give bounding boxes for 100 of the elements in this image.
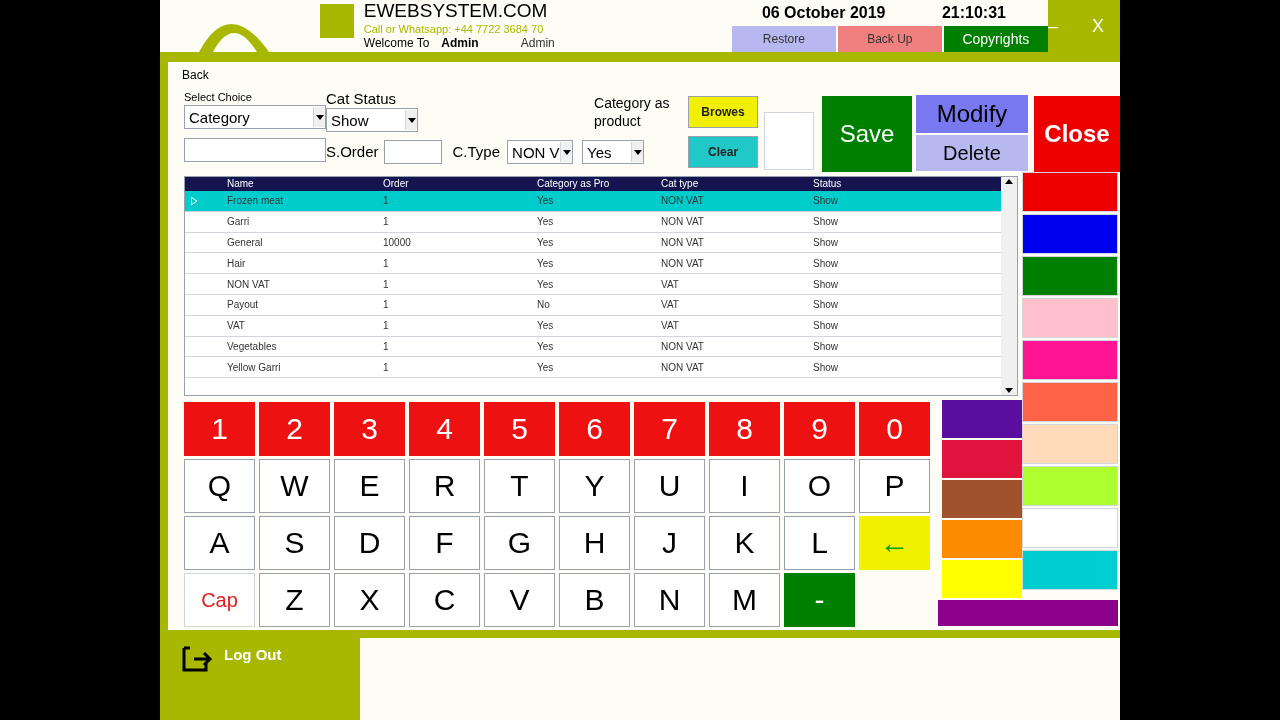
name-input[interactable] <box>184 138 326 162</box>
keyboard-key[interactable]: 4 <box>409 402 480 456</box>
keyboard-key[interactable]: N <box>634 573 705 627</box>
table-cell-text: 1 <box>382 298 390 313</box>
column-header[interactable]: Status <box>811 177 911 191</box>
table-cell-text: NON VAT <box>660 236 705 250</box>
keyboard-key[interactable]: E <box>334 459 405 513</box>
color-preview <box>764 112 814 170</box>
color-swatch[interactable] <box>1022 340 1118 380</box>
keyboard-key[interactable]: 9 <box>784 402 855 456</box>
copyrights-button[interactable]: Copyrights <box>943 26 1048 52</box>
keyboard-key[interactable]: 6 <box>559 402 630 456</box>
table-cell-text: VAT <box>660 319 680 334</box>
keyboard-key[interactable]: C <box>409 573 480 627</box>
table-row[interactable]: Frozen meat 1 Yes NON VAT Show <box>185 191 1001 212</box>
color-swatch[interactable] <box>942 440 1022 478</box>
color-swatch[interactable] <box>942 560 1022 598</box>
color-swatch[interactable] <box>1022 214 1118 254</box>
color-swatch[interactable] <box>942 480 1022 518</box>
restore-button[interactable]: Restore <box>731 26 836 52</box>
color-swatch[interactable] <box>938 600 1118 626</box>
color-swatch[interactable] <box>1022 466 1118 506</box>
keyboard-key[interactable]: H <box>559 516 630 570</box>
browse-button[interactable]: Browes <box>688 96 759 128</box>
keyboard-key[interactable]: 8 <box>709 402 780 456</box>
backup-button[interactable]: Back Up <box>837 26 942 52</box>
table-cell-text: Show <box>812 215 839 230</box>
table-cell-text: Yes <box>536 256 555 271</box>
keyboard-key[interactable]: D <box>334 516 405 570</box>
table-cell-text: Yes <box>536 319 555 334</box>
keyboard-key[interactable]: 1 <box>184 402 255 456</box>
keyboard-key[interactable]: I <box>709 459 780 513</box>
color-swatch[interactable] <box>1022 382 1118 422</box>
keyboard-key[interactable]: L <box>784 516 855 570</box>
color-swatch[interactable] <box>1022 256 1118 296</box>
c-type-dropdown[interactable]: NON V <box>507 140 574 164</box>
color-swatch[interactable] <box>1022 172 1118 212</box>
keyboard-key[interactable]: 2 <box>259 402 330 456</box>
clear-button[interactable]: Clear <box>688 136 759 168</box>
keyboard-key[interactable]: F <box>409 516 480 570</box>
save-button[interactable]: Save <box>822 96 912 172</box>
keyboard-key[interactable]: S <box>259 516 330 570</box>
keyboard-key[interactable]: B <box>559 573 630 627</box>
keyboard-key[interactable]: M <box>709 573 780 627</box>
category-product-dropdown[interactable]: Yes <box>582 140 645 164</box>
color-swatch[interactable] <box>942 400 1022 438</box>
column-header[interactable]: Cat type <box>659 177 811 191</box>
color-swatch[interactable] <box>1022 424 1118 464</box>
row-pointer-icon <box>191 196 197 205</box>
keyboard-key[interactable]: U <box>634 459 705 513</box>
keyboard-key[interactable]: R <box>409 459 480 513</box>
modify-button[interactable]: Modify <box>916 95 1028 133</box>
status-dropdown[interactable]: Show <box>326 108 418 132</box>
keyboard-key[interactable]: A <box>184 516 255 570</box>
scroll-down-icon <box>1005 388 1013 393</box>
caps-key[interactable]: Cap <box>184 573 255 627</box>
keyboard-key[interactable]: - <box>784 573 855 627</box>
keyboard-key[interactable]: T <box>484 459 555 513</box>
color-swatch[interactable] <box>1022 550 1118 590</box>
scrollbar[interactable] <box>1001 177 1017 395</box>
order-input[interactable] <box>383 140 442 164</box>
table-cell-text: 1 <box>382 339 390 354</box>
keyboard-key[interactable]: X <box>334 573 405 627</box>
column-header[interactable]: Category as Pro <box>535 177 659 191</box>
table-cell-text: NON VAT <box>660 339 705 354</box>
table-cell-text: Yes <box>536 236 555 250</box>
logo-square <box>320 4 354 38</box>
keyboard-key[interactable]: J <box>634 516 705 570</box>
table-cell-text: 1 <box>382 215 390 230</box>
keyboard-key[interactable]: G <box>484 516 555 570</box>
keyboard-key[interactable]: K <box>709 516 780 570</box>
keyboard-key[interactable]: Q <box>184 459 255 513</box>
keyboard-key[interactable]: 0 <box>859 402 930 456</box>
keyboard-key[interactable]: P <box>859 459 930 513</box>
keyboard-key[interactable]: V <box>484 573 555 627</box>
keyboard-key[interactable]: Y <box>559 459 630 513</box>
table-cell-text: Show <box>812 339 839 354</box>
back-link[interactable]: Back <box>182 66 209 84</box>
color-swatch[interactable] <box>1022 508 1118 548</box>
table-cell-text: NON VAT <box>660 215 705 230</box>
table-cell-text: Yes <box>536 339 555 354</box>
keyboard-key[interactable]: 3 <box>334 402 405 456</box>
close-button[interactable]: Close <box>1034 96 1120 172</box>
keyboard-key[interactable]: 5 <box>484 402 555 456</box>
table-cell-text: Yes <box>536 194 555 209</box>
choice-dropdown[interactable]: Category <box>184 105 326 129</box>
keyboard-key[interactable]: O <box>784 459 855 513</box>
column-header[interactable]: Name <box>225 177 381 191</box>
keyboard-key[interactable]: W <box>259 459 330 513</box>
table-cell-text: No <box>536 298 551 313</box>
keyboard-key[interactable]: Z <box>259 573 330 627</box>
keyboard-key[interactable]: 7 <box>634 402 705 456</box>
color-swatch[interactable] <box>1022 298 1118 338</box>
color-swatch[interactable] <box>942 520 1022 558</box>
s-order-label: S.Order <box>326 141 379 162</box>
table-cell-text: Yes <box>536 360 555 375</box>
table-cell-text: 1 <box>382 319 390 334</box>
logout-icon <box>180 644 214 674</box>
delete-button[interactable]: Delete <box>916 135 1028 171</box>
column-header[interactable]: Order <box>381 177 535 191</box>
